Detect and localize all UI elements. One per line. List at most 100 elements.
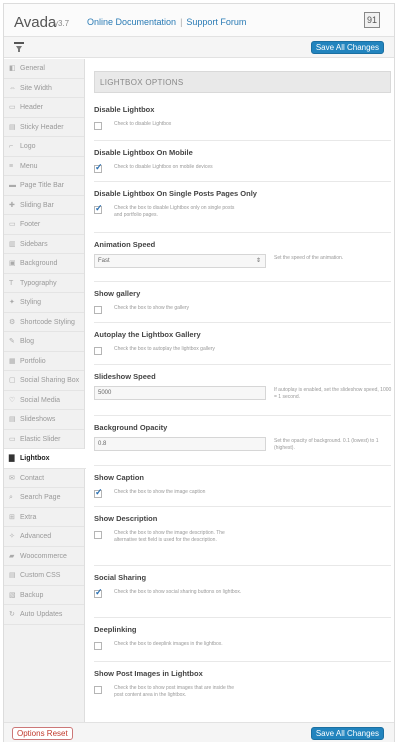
autoplay-the-lightbox-gallery-checkbox[interactable] — [94, 347, 102, 355]
show-gallery-checkbox[interactable] — [94, 306, 102, 314]
sidebar-item-label: Lightbox — [20, 455, 50, 462]
save-all-changes-bottom-button[interactable]: Save All Changes — [310, 727, 384, 740]
sidebar-item-sliding-bar[interactable]: ✚ Sliding Bar — [4, 196, 84, 215]
sidebar-item-sticky-header[interactable]: ▤ Sticky Header — [4, 118, 84, 137]
option-description: Check the box to deeplink images in the … — [114, 641, 223, 647]
option-divider — [94, 415, 391, 416]
header-links: Online Documentation | Support Forum — [87, 17, 247, 27]
sidebar-item-sidebars[interactable]: ▥ Sidebars — [4, 235, 84, 254]
sidebar-item-extra[interactable]: ⊞ Extra — [4, 508, 84, 527]
sidebar-item-shortcode-styling[interactable]: ⚙ Shortcode Styling — [4, 313, 84, 332]
option-title: Disable Lightbox On Single Posts Pages O… — [94, 189, 257, 198]
sidebar-item-icon: ⌐ — [9, 143, 14, 150]
sidebar-item-site-width[interactable]: ⇔ Site Width — [4, 79, 84, 98]
option-description: Check the box to disable Lightbox only o… — [114, 205, 235, 218]
sidebar-item-general[interactable]: ◧ General — [4, 59, 84, 79]
disable-lightbox-on-mobile-checkbox[interactable] — [94, 162, 103, 173]
option-divider — [94, 140, 391, 141]
sidebar-item-lightbox[interactable]: ▇ Lightbox — [4, 449, 86, 469]
header-bar: Avada v3.7 Online Documentation | Support … — [4, 4, 394, 37]
sidebar-item-menu[interactable]: ≡ Menu — [4, 157, 84, 176]
sidebar-item-auto-updates[interactable]: ↻ Auto Updates — [4, 605, 84, 625]
option-description: Check to disable Lightbox — [114, 121, 172, 127]
disable-lightbox-checkbox[interactable] — [94, 122, 102, 130]
sidebar-item-page-title-bar[interactable]: ▬ Page Title Bar — [4, 176, 84, 196]
option-divider — [94, 506, 391, 507]
footer-bar: Options Reset Save All Changes — [4, 722, 394, 742]
option-title: Disable Lightbox — [94, 105, 155, 114]
option-social-sharing: Social Sharing Check the box to show soci… — [94, 573, 391, 598]
show-description-checkbox[interactable] — [94, 531, 102, 539]
support-forum-link[interactable]: Support Forum — [186, 17, 246, 27]
sidebar-item-icon: ▣ — [9, 260, 16, 267]
slideshow-speed-input[interactable]: 5000 — [94, 386, 266, 400]
option-divider — [94, 565, 391, 566]
sidebar-item-portfolio[interactable]: ▦ Portfolio — [4, 352, 84, 371]
option-disable-lightbox: Disable Lightbox Check to disable Lightbo… — [94, 105, 391, 130]
options-reset-button[interactable]: Options Reset — [12, 727, 73, 740]
sidebar-item-label: Blog — [20, 338, 35, 345]
sidebar-item-background[interactable]: ▣ Background — [4, 254, 84, 274]
sidebar-item-search-page[interactable]: ⌕ Search Page — [4, 488, 84, 508]
sidebar-item-custom-css[interactable]: ▤ Custom CSS — [4, 566, 84, 586]
online-documentation-link[interactable]: Online Documentation — [87, 17, 176, 27]
sidebar-item-icon: ▇ — [9, 455, 15, 462]
save-all-changes-button[interactable]: Save All Changes — [310, 41, 384, 54]
option-title: Deeplinking — [94, 625, 137, 634]
sidebar-item-elastic-slider[interactable]: ▭ Elastic Slider — [4, 430, 84, 449]
sidebar-item-icon: ⚙ — [9, 318, 16, 326]
sidebar-item-label: Social Sharing Box — [20, 377, 80, 384]
option-animation-speed: Animation Speed Fast ⇕ Set the speed of the… — [94, 240, 391, 268]
social-sharing-checkbox[interactable] — [94, 587, 103, 598]
option-slideshow-speed: Slideshow Speed 5000 If autoplay is enable… — [94, 372, 391, 400]
section-title: LIGHTBOX OPTIONS — [94, 71, 391, 93]
sidebar-item-icon: ⇔ — [9, 84, 16, 92]
disable-lightbox-on-single-posts-pages-only-checkbox[interactable] — [94, 203, 103, 214]
sidebar-item-label: Site Width — [20, 84, 52, 92]
expand-options-icon[interactable] — [14, 42, 24, 52]
sidebar-item-logo[interactable]: ⌐ Logo — [4, 137, 84, 157]
sidebar-item-icon: ◧ — [9, 65, 16, 72]
sidebar-item-advanced[interactable]: ✧ Advanced — [4, 527, 84, 547]
sidebar-item-icon: ▦ — [9, 357, 16, 365]
sidebar-item-label: Woocommerce — [20, 552, 67, 560]
sidebar-item-icon: ▰ — [9, 552, 15, 560]
sidebar-item-social-media[interactable]: ♡ Social Media — [4, 391, 84, 410]
sidebar-item-slideshows[interactable]: ▤ Slideshows — [4, 410, 84, 430]
sidebar-item-typography[interactable]: T Typography — [4, 274, 84, 293]
show-post-images-in-lightbox-checkbox[interactable] — [94, 686, 102, 694]
select-arrows-icon: ⇕ — [255, 258, 261, 264]
background-opacity-input[interactable]: 0.8 — [94, 437, 266, 451]
option-title: Animation Speed — [94, 240, 156, 249]
sidebar-item-header[interactable]: ▭ Header — [4, 98, 84, 118]
sidebar-item-icon: ✦ — [9, 299, 15, 306]
option-title: Background Opacity — [94, 423, 168, 432]
sidebar-item-label: Slideshows — [20, 416, 56, 423]
sidebar-item-label: Typography — [20, 279, 57, 287]
sidebar-item-contact[interactable]: ✉ Contact — [4, 469, 84, 488]
sidebar-item-blog[interactable]: ✎ Blog — [4, 332, 84, 352]
sidebar-item-label: Elastic Slider — [20, 435, 61, 443]
version-label: v3.7 — [54, 19, 70, 28]
sidebar-item-icon: ♡ — [9, 396, 16, 404]
option-disable-lightbox-on-mobile: Disable Lightbox On Mobile Check to disab… — [94, 148, 391, 173]
sidebar-item-icon: ▭ — [9, 104, 16, 111]
sidebar-item-icon: ✧ — [9, 533, 15, 540]
sidebar-item-woocommerce[interactable]: ▰ Woocommerce — [4, 547, 84, 566]
sidebar-item-label: Advanced — [20, 533, 52, 540]
sidebar-item-styling[interactable]: ✦ Styling — [4, 293, 84, 313]
option-deeplinking: Deeplinking Check the box to deeplink ima… — [94, 625, 391, 650]
sidebar-item-icon: ▥ — [9, 240, 16, 248]
option-title: Show Post Images in Lightbox — [94, 669, 203, 678]
sidebar-item-label: Page Title Bar — [20, 182, 64, 189]
sidebar-item-icon: ▤ — [9, 572, 16, 579]
field-value: Fast — [98, 258, 110, 264]
sidebar-item-social-sharing-box[interactable]: ▢ Social Sharing Box — [4, 371, 84, 391]
sidebar-item-label: Search Page — [20, 494, 61, 501]
show-caption-checkbox[interactable] — [94, 487, 103, 498]
deeplinking-checkbox[interactable] — [94, 642, 102, 650]
sidebar-item-backup[interactable]: ▧ Backup — [4, 586, 84, 605]
sidebar-item-icon: ▤ — [9, 123, 16, 131]
animation-speed-select[interactable]: Fast ⇕ — [94, 254, 266, 268]
sidebar-item-footer[interactable]: ▭ Footer — [4, 215, 84, 235]
